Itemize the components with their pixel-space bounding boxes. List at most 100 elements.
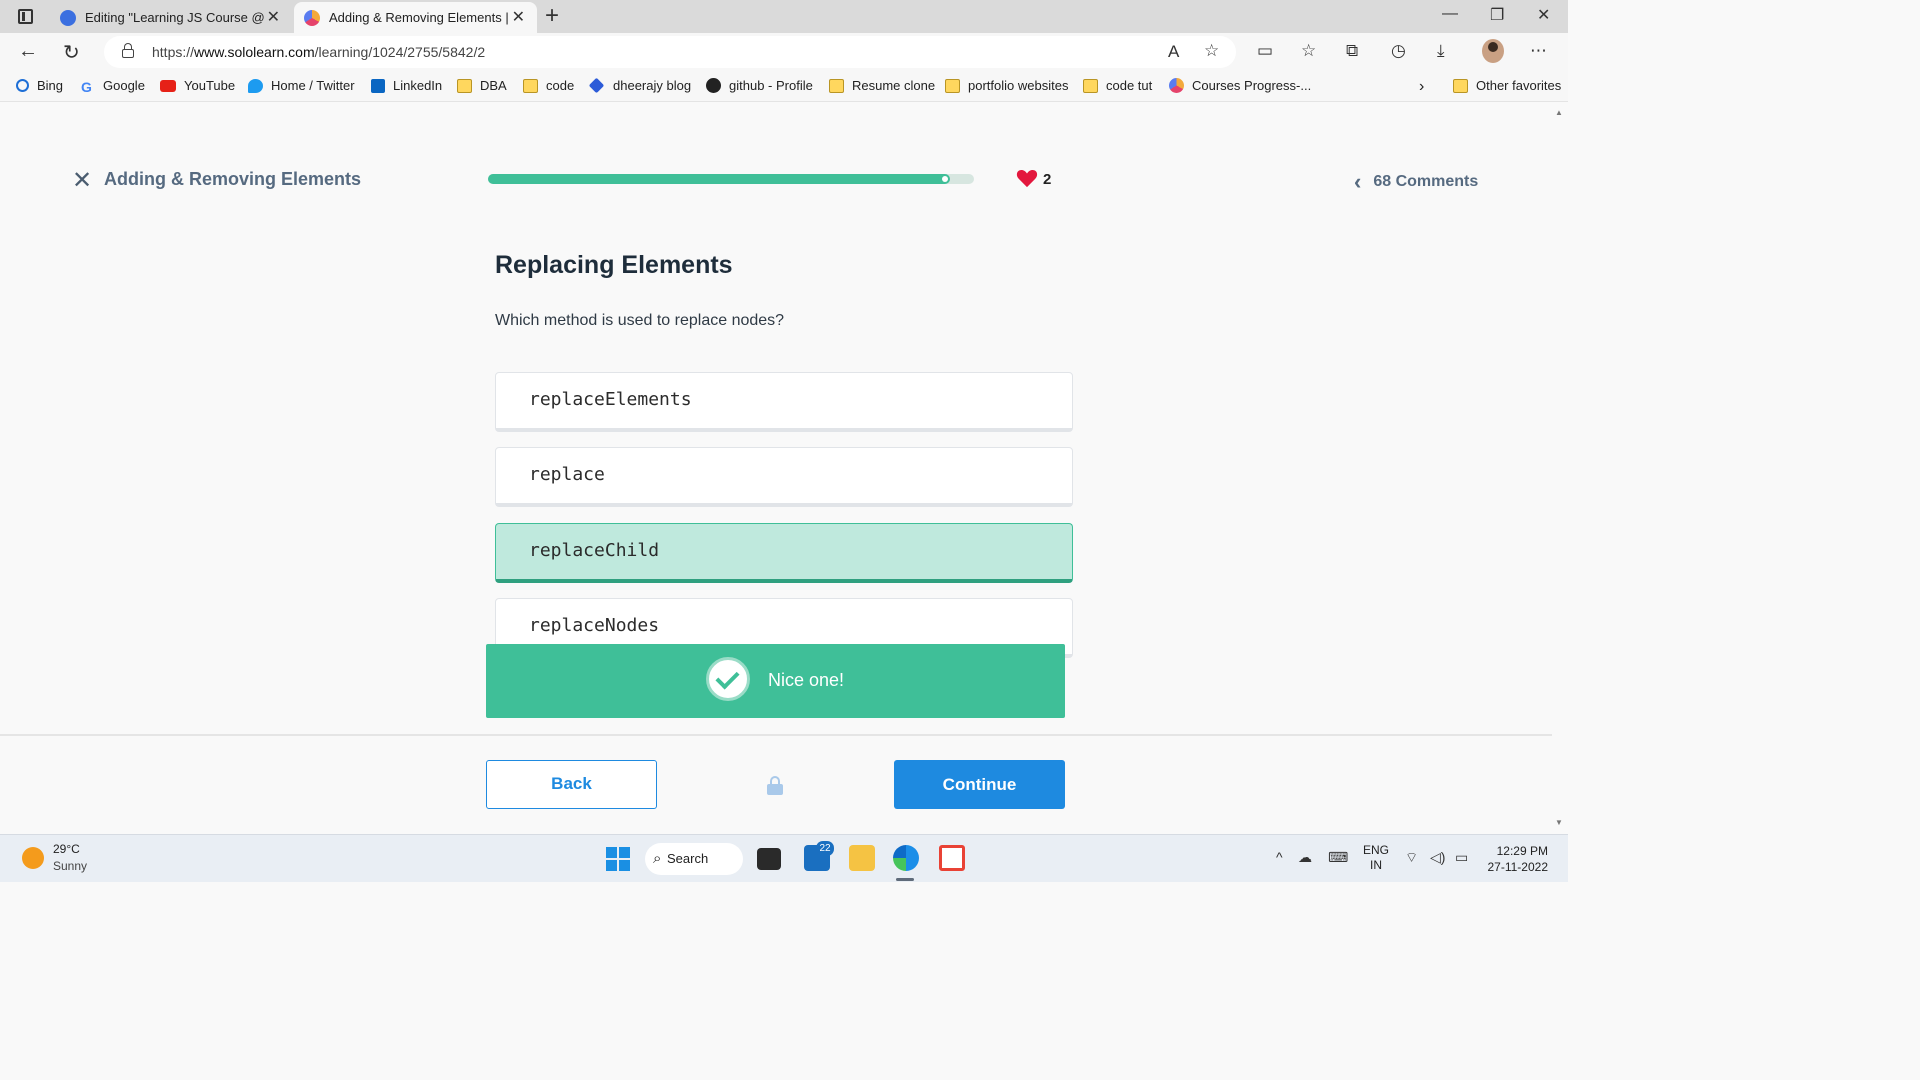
address-bar[interactable]: https://www.sololearn.com/learning/1024/… [104, 36, 1236, 68]
folder-icon [829, 78, 844, 93]
more-favorites-chevron-icon[interactable]: › [1419, 78, 1424, 96]
file-explorer-icon[interactable] [849, 845, 875, 871]
url-text: https://www.sololearn.com/learning/1024/… [152, 44, 486, 60]
fav-linkedin[interactable]: LinkedIn [371, 78, 442, 93]
tab-editing[interactable]: Editing "Learning JS Course @Sc ✕ [50, 2, 292, 33]
battery-icon[interactable]: ▭ [1455, 849, 1468, 866]
fav-google[interactable]: G Google [81, 78, 145, 95]
scroll-up-arrow-icon[interactable]: ▲ [1555, 108, 1563, 117]
tab-actions-icon[interactable] [18, 9, 33, 24]
fav-resume-clone[interactable]: Resume clone [829, 78, 935, 93]
folder-icon [945, 78, 960, 93]
answer-option-selected[interactable]: replaceChild [495, 523, 1073, 583]
edge-browser-icon[interactable] [893, 845, 919, 871]
fav-portfolio-websites[interactable]: portfolio websites [945, 78, 1068, 93]
sololearn-favicon-icon [304, 9, 320, 26]
hearts-count: 2 [1043, 171, 1052, 188]
linkedin-icon [371, 78, 385, 93]
footer-divider [0, 734, 1552, 736]
question-title: Replacing Elements [495, 251, 733, 279]
more-options-icon[interactable]: ⋯ [1530, 41, 1547, 61]
taskbar-search[interactable]: ⌕ Search [645, 843, 743, 875]
keyboard-icon[interactable]: ⌨ [1328, 849, 1348, 866]
add-favorite-icon[interactable]: ☆ [1204, 41, 1219, 61]
chevron-left-icon: ‹ [1354, 169, 1362, 194]
lock-icon [767, 776, 783, 795]
weather-description[interactable]: Sunny [53, 859, 87, 873]
lock-icon[interactable] [122, 43, 134, 58]
close-tab-icon[interactable]: ✕ [267, 7, 280, 27]
tab-title: Editing "Learning JS Course @Sc [85, 10, 265, 25]
refresh-icon[interactable]: ↻ [63, 40, 80, 65]
fav-twitter[interactable]: Home / Twitter [248, 78, 355, 93]
favorites-icon[interactable]: ☆ [1301, 41, 1316, 61]
github-icon [706, 78, 721, 93]
address-toolbar: ← ↻ https://www.sololearn.com/learning/1… [0, 33, 1568, 71]
back-arrow-icon[interactable]: ← [18, 40, 38, 63]
youtube-icon [160, 79, 176, 92]
page-scrollbar[interactable] [1552, 102, 1568, 834]
bing-search-icon [16, 79, 29, 92]
fav-github[interactable]: github - Profile [706, 78, 813, 93]
fav-dheerajy-blog[interactable]: dheerajy blog [588, 77, 691, 94]
minimize-icon[interactable]: — [1442, 5, 1458, 23]
lesson-progress-bar [488, 174, 974, 184]
windows-taskbar: 29°C Sunny ⌕ Search 22 ^ ☁ ⌨ ENG IN ⌔ ◁)… [0, 834, 1568, 882]
mail-badge: 22 [816, 841, 834, 856]
show-hidden-icons-icon[interactable]: ^ [1276, 849, 1283, 865]
folder-icon [457, 78, 472, 93]
folder-icon [1453, 78, 1468, 93]
comments-label: 68 Comments [1373, 173, 1479, 190]
fav-courses-progress[interactable]: Courses Progress-... [1169, 78, 1311, 93]
fav-code-tut[interactable]: code tut [1083, 78, 1152, 93]
downloads-icon[interactable]: ⤓ [1437, 41, 1445, 61]
fav-dba[interactable]: DBA [457, 78, 507, 93]
favorites-bar: Bing G Google YouTube Home / Twitter Link… [0, 71, 1568, 102]
sololearn-icon [1169, 78, 1184, 93]
weather-sun-icon[interactable] [22, 847, 44, 869]
history-icon[interactable]: ◷ [1391, 41, 1406, 61]
folder-icon [1083, 78, 1098, 93]
comments-link[interactable]: ‹ 68 Comments [1354, 169, 1478, 195]
windows-start-icon[interactable] [606, 847, 630, 871]
success-message: Nice one! [768, 670, 845, 690]
fav-bing[interactable]: Bing [16, 78, 63, 93]
blog-icon [588, 77, 605, 94]
task-view-icon[interactable] [757, 848, 781, 870]
close-window-icon[interactable]: ✕ [1537, 5, 1550, 25]
wifi-icon[interactable]: ⌔ [1405, 849, 1418, 867]
question-text: Which method is used to replace nodes? [495, 312, 785, 329]
tab-strip: Editing "Learning JS Course @Sc ✕ Adding… [0, 0, 1568, 33]
search-icon: ⌕ [653, 850, 662, 867]
system-clock[interactable]: 12:29 PM 27-11-2022 [1486, 843, 1549, 875]
lesson-title: Adding & Removing Elements [104, 169, 362, 189]
answer-option[interactable]: replaceElements [495, 372, 1073, 432]
collections-icon[interactable]: ⧉ [1346, 41, 1358, 61]
onedrive-cloud-icon[interactable]: ☁ [1298, 849, 1312, 866]
progress-marker [942, 176, 948, 182]
editor-favicon-icon [60, 9, 76, 26]
answer-option[interactable]: replace [495, 447, 1073, 507]
restore-icon[interactable]: ❐ [1490, 5, 1504, 25]
close-tab-icon[interactable]: ✕ [512, 7, 525, 27]
back-button[interactable]: Back [486, 760, 657, 809]
profile-avatar[interactable] [1482, 39, 1504, 63]
tab-sololearn[interactable]: Adding & Removing Elements | S ✕ [294, 2, 537, 33]
language-indicator[interactable]: ENG IN [1363, 843, 1389, 873]
fav-youtube[interactable]: YouTube [160, 78, 235, 93]
taskbar-search-label: Search [667, 851, 709, 866]
scroll-down-arrow-icon[interactable]: ▼ [1555, 818, 1563, 827]
new-tab-icon[interactable]: + [545, 2, 559, 30]
google-icon: G [81, 78, 92, 95]
fav-other-favorites[interactable]: Other favorites [1453, 78, 1561, 93]
volume-icon[interactable]: ◁) [1430, 849, 1445, 866]
continue-button[interactable]: Continue [894, 760, 1065, 809]
weather-temperature[interactable]: 29°C [53, 842, 80, 856]
read-aloud-icon[interactable]: A [1168, 42, 1179, 62]
gmail-icon[interactable] [939, 845, 965, 871]
success-toast: Nice one! [486, 644, 1065, 718]
cast-icon[interactable]: ▭ [1257, 41, 1273, 61]
checkmark-icon [706, 657, 750, 701]
fav-code[interactable]: code [523, 78, 574, 93]
close-lesson-icon[interactable]: ✕ [72, 166, 92, 195]
